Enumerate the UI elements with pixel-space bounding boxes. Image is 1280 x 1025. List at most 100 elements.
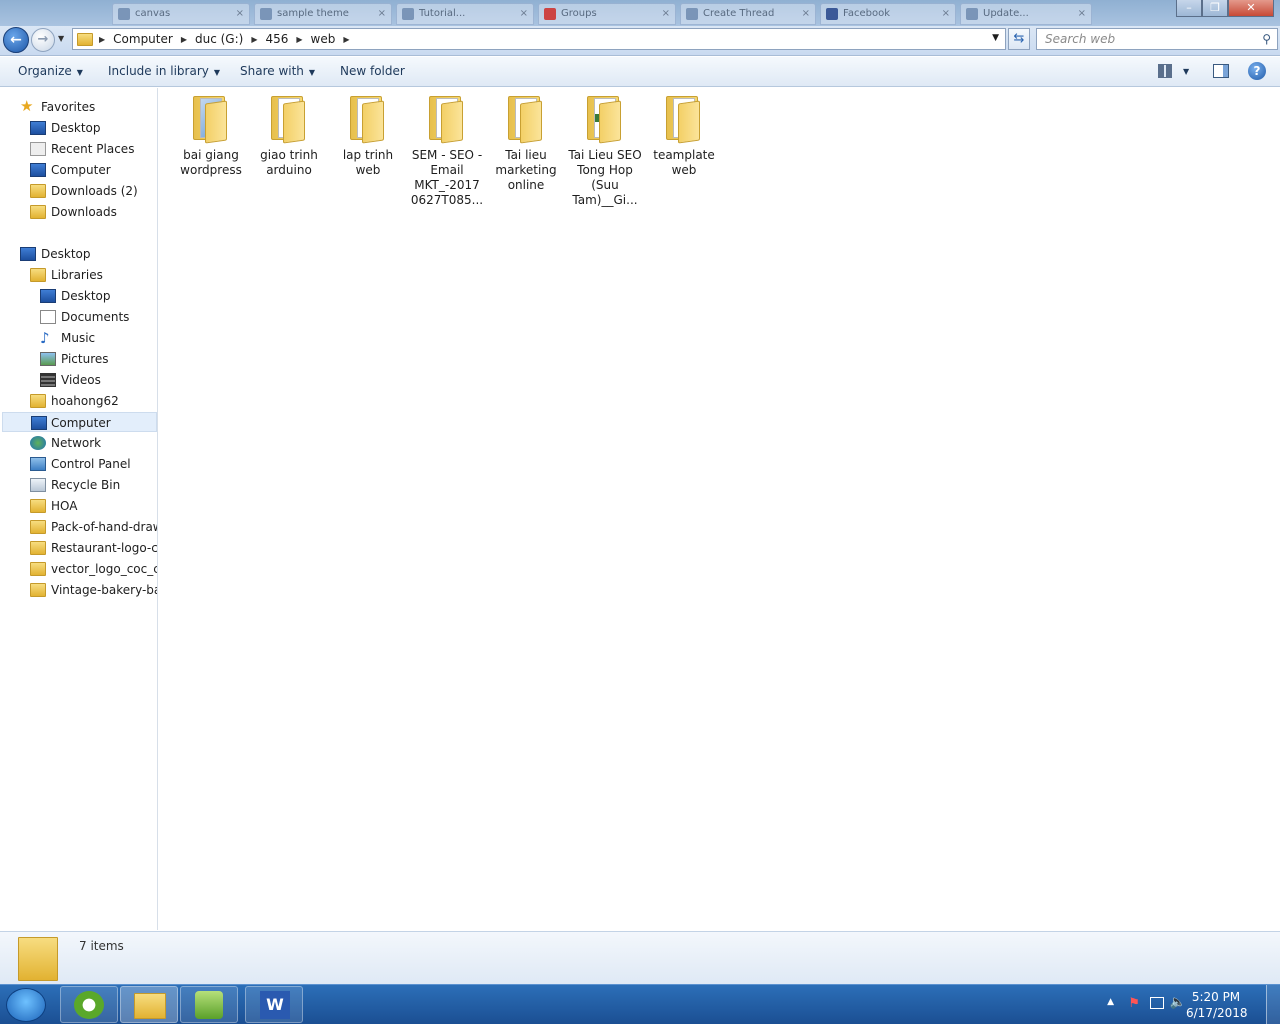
breadcrumb-web[interactable]: web [305,32,342,46]
search-input[interactable]: Search web ⚲ [1036,28,1278,50]
start-button[interactable] [6,988,46,1022]
browser-tab[interactable]: canvas × [112,3,250,25]
address-history-dropdown-icon[interactable]: ▼ [992,33,999,43]
nav-favorites[interactable]: ★ Favorites [20,97,157,117]
folder-item-lap-trinh-web[interactable]: lap trinh web [329,94,407,178]
browser-tab[interactable]: sample theme × [254,3,392,25]
details-pane: 7 items [0,931,1280,984]
browser-tab[interactable]: Tutorial... × [396,3,534,25]
breadcrumb-separator-icon[interactable]: ▶ [249,35,259,44]
nav-folder-pack-of-hand-drawn[interactable]: Pack-of-hand-drawn [30,517,157,537]
change-view-icon[interactable] [1158,64,1172,78]
include-in-library-button[interactable]: Include in library ▼ [108,57,220,87]
folder-item-bai-giang-wordpress[interactable]: bai giang wordpress [172,94,250,178]
view-options-dropdown-icon[interactable]: ▼ [1183,57,1189,87]
nav-library-videos[interactable]: Videos [40,370,157,390]
organize-button[interactable]: Organize ▼ [18,57,83,87]
desktop-icon [40,289,56,303]
nav-library-documents[interactable]: Documents [40,307,157,327]
volume-icon[interactable]: 🔈 [1170,995,1186,1010]
network-tray-icon[interactable] [1150,997,1164,1009]
refresh-icon[interactable]: ⇆ [1008,28,1030,50]
browser-tab[interactable]: Create Thread × [680,3,816,25]
folder-icon [506,94,546,144]
title-bar: canvas × sample theme × Tutorial... × Group… [0,0,1280,26]
desktop-icon [30,121,46,135]
word-icon: W [260,991,290,1019]
browser-tab[interactable]: Update... × [960,3,1092,25]
downloads-folder-icon [30,184,46,198]
folder-icon [191,94,231,144]
user-folder-icon [30,394,46,408]
folder-item-sem-seo-email[interactable]: SEM - SEO - Email MKT_-2017 0627T085... [408,94,486,208]
browser-icon [74,991,104,1019]
back-button[interactable]: ← [3,27,29,53]
nav-network[interactable]: Network [30,433,157,453]
breadcrumb-separator-icon[interactable]: ▶ [341,35,351,44]
folder-icon [427,94,467,144]
nav-folder-hoa[interactable]: HOA [30,496,157,516]
nav-downloads[interactable]: Downloads [30,202,157,222]
share-with-button[interactable]: Share with ▼ [240,57,315,87]
file-list: bai giang wordpress giao trinh arduino l… [159,88,1280,930]
nav-user-hoahong62[interactable]: hoahong62 [30,391,157,411]
search-icon[interactable]: ⚲ [1262,29,1271,49]
breadcrumb-computer[interactable]: Computer [107,32,179,46]
minimize-button[interactable]: – [1176,0,1202,17]
taskbar-word[interactable]: W [245,986,303,1023]
folder-item-giao-trinh-arduino[interactable]: giao trinh arduino [250,94,328,178]
music-icon: ♪ [40,329,50,347]
videos-icon [40,373,56,387]
preview-pane-icon[interactable] [1213,64,1229,78]
taskbar-app[interactable] [180,986,238,1023]
nav-folder-vintage-bakery[interactable]: Vintage-bakery-bad [30,580,157,600]
nav-downloads-2[interactable]: Downloads (2) [30,181,157,201]
nav-folder-restaurant-logo[interactable]: Restaurant-logo-col [30,538,157,558]
folder-item-teamplate-web[interactable]: teamplate web [645,94,723,178]
folder-item-tai-lieu-seo-tong-hop[interactable]: Tai Lieu SEO Tong Hop (Suu Tam)__Gi... [566,94,644,208]
recent-places-icon [30,142,46,156]
nav-desktop-root[interactable]: Desktop [20,244,157,264]
show-desktop-button[interactable] [1266,985,1280,1025]
close-button[interactable]: ✕ [1228,0,1274,17]
folder-item-tai-lieu-marketing-online[interactable]: Tai lieu marketing online [487,94,565,193]
address-bar[interactable]: ▶ Computer ▶ duc (G:) ▶ 456 ▶ web ▶ ▼ [72,28,1006,50]
nav-library-music[interactable]: ♪ Music [40,328,157,348]
nav-control-panel[interactable]: Control Panel [30,454,157,474]
maximize-button[interactable]: ❐ [1202,0,1228,17]
recent-pages-dropdown-icon[interactable]: ▼ [58,34,64,43]
breadcrumb-separator-icon[interactable]: ▶ [179,35,189,44]
folder-icon [77,32,93,46]
nav-computer[interactable]: Computer [2,412,157,432]
browser-tab[interactable]: Groups × [538,3,676,25]
folder-icon [18,937,58,981]
clock-time: 5:20 PM [1191,990,1241,1004]
breadcrumb-separator-icon[interactable]: ▶ [294,35,304,44]
forward-button[interactable]: → [31,28,55,52]
new-folder-button[interactable]: New folder [340,57,405,87]
folder-icon [30,520,46,534]
control-panel-icon [30,457,46,471]
taskbar-windows-explorer[interactable] [120,986,178,1023]
breadcrumb-drive[interactable]: duc (G:) [189,32,249,46]
nav-favorites-computer[interactable]: Computer [30,160,157,180]
folder-name: lap trinh web [342,148,394,177]
show-hidden-icons-icon[interactable]: ▲ [1107,997,1114,1007]
navigation-pane: ★ Favorites Desktop Recent Places Compute… [0,88,158,930]
nav-favorites-desktop[interactable]: Desktop [30,118,157,138]
action-center-flag-icon[interactable]: ⚑ [1128,996,1140,1011]
nav-folder-vector-logo[interactable]: vector_logo_coc_caf [30,559,157,579]
nav-recycle-bin[interactable]: Recycle Bin [30,475,157,495]
folder-name: giao trinh arduino [260,148,318,177]
help-icon[interactable]: ? [1248,62,1266,80]
browser-tab[interactable]: Facebook × [820,3,956,25]
nav-library-pictures[interactable]: Pictures [40,349,157,369]
nav-library-desktop[interactable]: Desktop [40,286,157,306]
folder-icon [30,499,46,513]
breadcrumb-456[interactable]: 456 [259,32,294,46]
taskbar-coccoc-browser[interactable] [60,986,118,1023]
nav-recent-places[interactable]: Recent Places [30,139,157,159]
nav-libraries[interactable]: Libraries [30,265,157,285]
breadcrumb-separator-icon[interactable]: ▶ [97,35,107,44]
clock[interactable]: 5:20 PM 6/17/2018 [1186,990,1248,1020]
